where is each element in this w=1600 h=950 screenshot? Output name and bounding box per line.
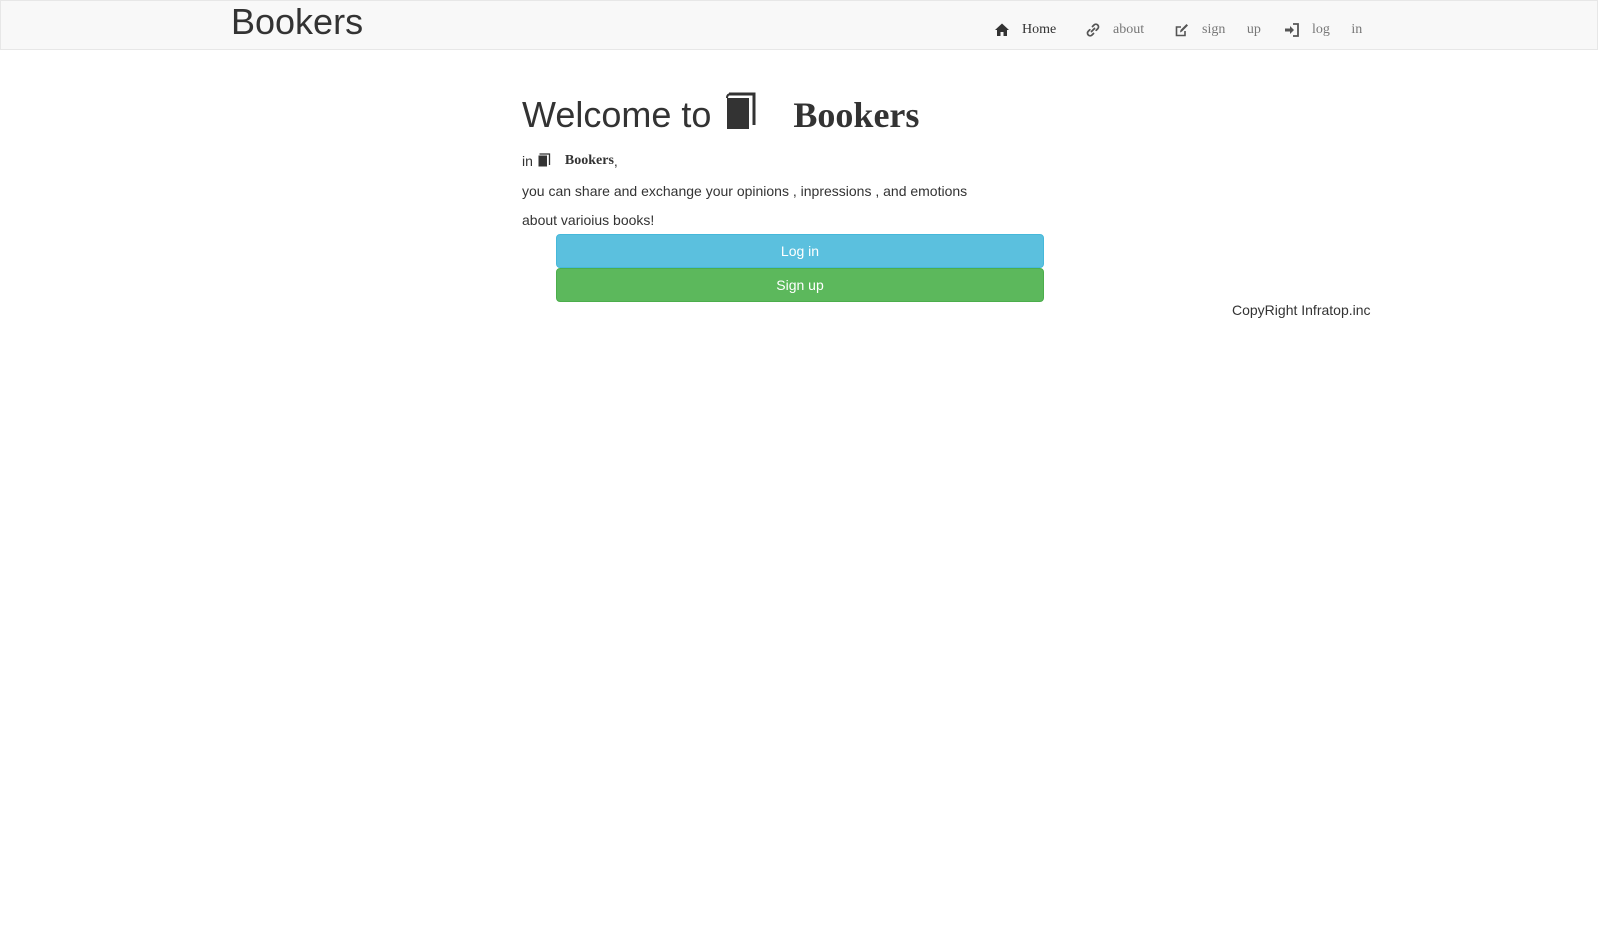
sign-up-button[interactable]: Sign up: [556, 268, 1044, 302]
description-line-2: about varioius books!: [522, 212, 655, 228]
intro-suffix: ,: [613, 153, 618, 169]
home-icon: [994, 22, 1010, 38]
link-icon: [1085, 22, 1101, 38]
nav-sign-up[interactable]: sign up: [1174, 19, 1261, 41]
nav-home[interactable]: Home: [994, 19, 1056, 41]
welcome-prefix: Welcome to: [522, 94, 712, 135]
nav-about[interactable]: about: [1085, 19, 1144, 41]
nav-about-label: about: [1113, 22, 1145, 37]
nav-sign-up-label: sign up: [1202, 22, 1261, 37]
nav-home-label: Home: [1022, 22, 1057, 37]
intro-brand: Bookers: [564, 153, 614, 168]
book-icon: [723, 92, 757, 130]
intro-prefix: in: [522, 153, 533, 169]
main-content: Welcome to Bookers in Bookers, you can s…: [522, 80, 1082, 302]
nav-log-in[interactable]: log in: [1284, 19, 1362, 41]
nav-log-in-label: log in: [1312, 22, 1363, 37]
edit-icon: [1174, 22, 1190, 38]
log-in-icon: [1284, 22, 1300, 38]
top-navbar: Bookers Home about sign up log in: [0, 0, 1598, 50]
welcome-heading: Welcome to Bookers: [522, 80, 1082, 150]
copyright-text: CopyRight Infratop.inc: [1232, 302, 1371, 318]
welcome-brand: Bookers: [793, 95, 920, 135]
description-line-1: you can share and exchange your opinions…: [522, 183, 968, 199]
book-icon-small: [537, 152, 551, 167]
intro-line: in Bookers,: [522, 150, 1082, 172]
log-in-button[interactable]: Log in: [556, 234, 1044, 268]
brand-logo-link[interactable]: Bookers: [231, 1, 363, 43]
